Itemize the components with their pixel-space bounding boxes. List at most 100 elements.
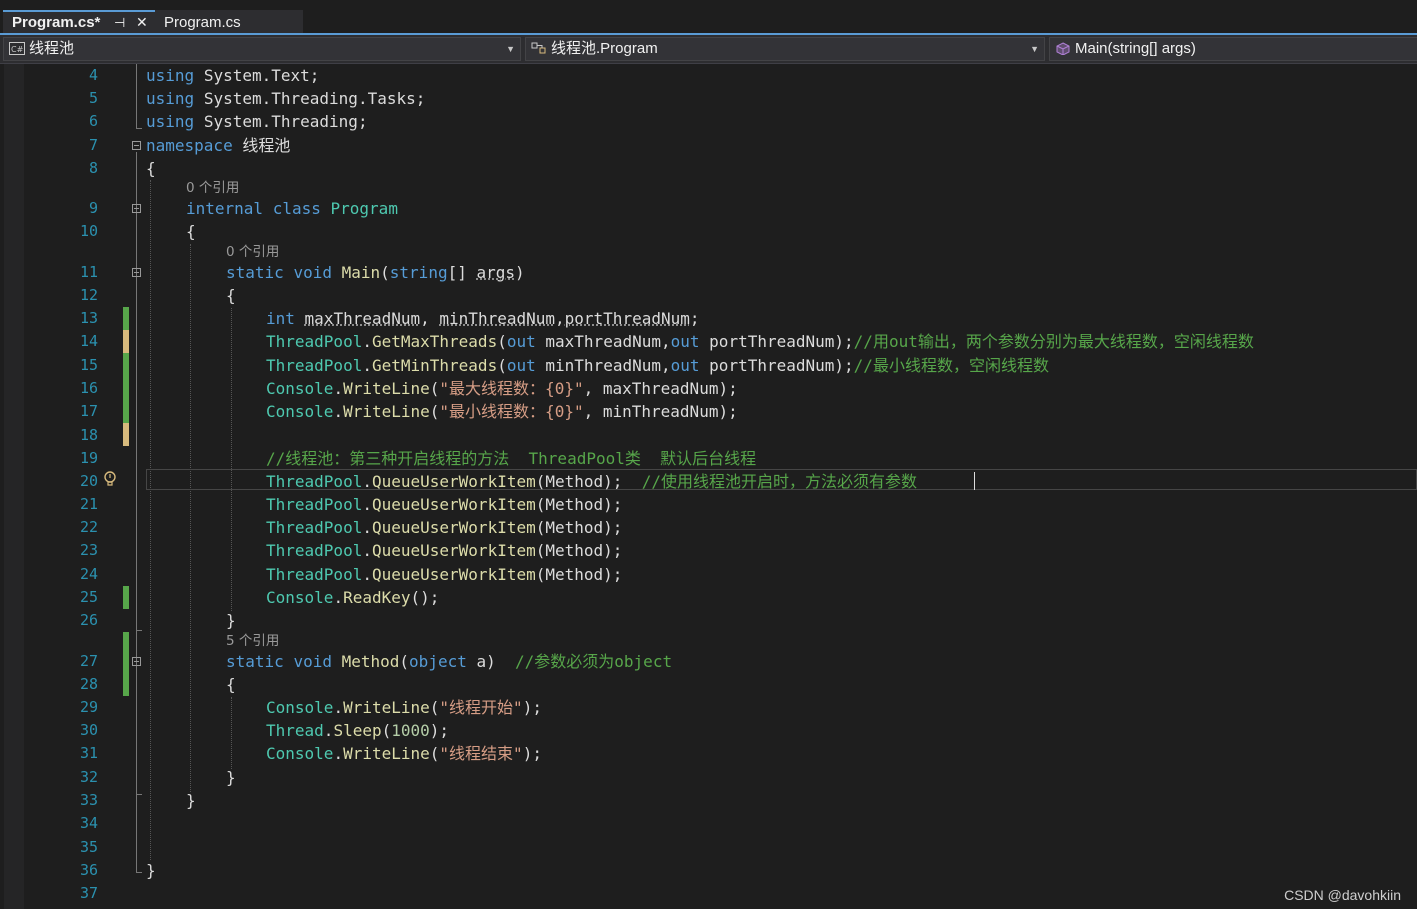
line-number: 14	[79, 332, 98, 350]
pin-icon[interactable]: ⊣	[114, 12, 125, 33]
line-number: 9	[88, 199, 98, 217]
outline-end	[136, 128, 142, 129]
method-cube-icon	[1056, 42, 1070, 55]
code-line: ThreadPool.QueueUserWorkItem(Method);	[266, 495, 623, 514]
glyph-margin	[4, 64, 24, 909]
code-line: //线程池：第三种开启线程的方法 ThreadPool类 默认后台线程	[266, 449, 757, 468]
collapse-method-icon[interactable]	[132, 657, 141, 666]
change-marker-saved	[123, 307, 129, 330]
change-marker-unsaved	[123, 423, 129, 446]
code-line: ThreadPool.QueueUserWorkItem(Method);	[266, 541, 623, 560]
member-dropdown[interactable]: Main(string[] args)	[1049, 37, 1417, 61]
line-number: 24	[79, 565, 98, 583]
line-number: 37	[79, 884, 98, 902]
codelens-references[interactable]: 5 个引用	[226, 633, 279, 649]
code-line: Console.WriteLine("最大线程数：{0}", maxThread…	[266, 379, 738, 398]
code-line: ThreadPool.GetMaxThreads(out maxThreadNu…	[266, 332, 1254, 351]
tab-label: Program.cs	[164, 14, 241, 31]
class-icon	[531, 42, 546, 54]
change-marker-saved	[123, 353, 129, 423]
code-line: int maxThreadNum, minThreadNum,portThrea…	[266, 309, 700, 328]
line-number: 16	[79, 379, 98, 397]
code-line: }	[186, 791, 196, 810]
line-number: 23	[79, 541, 98, 559]
chevron-down-icon: ▼	[1030, 44, 1039, 54]
watermark: CSDN @davohkiin	[1284, 887, 1401, 903]
line-number: 36	[79, 861, 98, 879]
code-line: }	[146, 861, 156, 880]
collapse-main-icon[interactable]	[132, 268, 141, 277]
code-line: Console.ReadKey();	[266, 588, 440, 607]
code-line: static void Method(object a) //参数必须为obje…	[226, 652, 673, 671]
codelens-references[interactable]: 0 个引用	[186, 180, 239, 196]
line-number: 25	[79, 588, 98, 606]
code-line: using System.Threading.Tasks;	[146, 89, 426, 108]
code-line: Console.WriteLine("最小线程数：{0}", minThread…	[266, 402, 738, 421]
outline-end	[136, 630, 142, 631]
code-line: }	[226, 768, 236, 787]
tab-program-cs-preview[interactable]: Program.cs	[155, 10, 303, 33]
line-number: 7	[88, 136, 98, 154]
code-line: ThreadPool.QueueUserWorkItem(Method);	[266, 518, 623, 537]
code-line: static void Main(string[] args)	[226, 263, 525, 282]
line-number: 13	[79, 309, 98, 327]
csharp-project-icon: C#	[9, 42, 25, 55]
line-number: 12	[79, 286, 98, 304]
line-number: 10	[79, 222, 98, 240]
code-editor[interactable]: 4 5 6 7 8 9 10 11 12 13 14 15 16 17 18 1…	[0, 64, 1417, 909]
line-number: 8	[88, 159, 98, 177]
code-line: {	[146, 159, 156, 178]
code-line: ThreadPool.GetMinThreads(out minThreadNu…	[266, 356, 1049, 375]
indent-guide	[150, 180, 151, 860]
line-number: 4	[88, 66, 98, 84]
outline-end	[136, 794, 142, 795]
project-name: 线程池	[29, 40, 75, 57]
codelens-references[interactable]: 0 个引用	[226, 244, 279, 260]
line-number: 26	[79, 611, 98, 629]
class-dropdown[interactable]: 线程池.Program ▼	[525, 37, 1045, 61]
line-number: 22	[79, 518, 98, 536]
indent-guide	[231, 308, 232, 611]
line-number: 35	[79, 838, 98, 856]
lightbulb-icon[interactable]	[102, 470, 118, 488]
code-line: using System.Text;	[146, 66, 320, 85]
line-number: 5	[88, 89, 98, 107]
close-icon[interactable]: ✕	[136, 12, 148, 33]
collapse-namespace-icon[interactable]	[132, 141, 141, 150]
collapse-class-icon[interactable]	[132, 204, 141, 213]
tab-label: Program.cs*	[12, 14, 101, 31]
line-number: 29	[79, 698, 98, 716]
line-number: 18	[79, 426, 98, 444]
code-line-current: ThreadPool.QueueUserWorkItem(Method); //…	[266, 472, 917, 491]
code-line: using System.Threading;	[146, 112, 368, 131]
code-line: Console.WriteLine("线程结束");	[266, 744, 542, 763]
outline-line	[136, 64, 137, 128]
line-number: 33	[79, 791, 98, 809]
line-number: 19	[79, 449, 98, 467]
line-number: 28	[79, 675, 98, 693]
code-line: internal class Program	[186, 199, 398, 218]
indent-guide	[231, 697, 232, 769]
tab-strip: Program.cs* ⊣ ✕ Program.cs	[0, 0, 1417, 33]
line-number: 20	[79, 472, 98, 490]
line-number: 27	[79, 652, 98, 670]
outline-end	[136, 872, 142, 873]
code-line: Console.WriteLine("线程开始");	[266, 698, 542, 717]
navigation-bar: C# 线程池 ▼ 线程池.Program ▼ Main(string[] arg…	[0, 35, 1417, 64]
outline-line	[136, 152, 137, 872]
tab-program-cs-active[interactable]: Program.cs* ⊣ ✕	[3, 10, 156, 33]
line-number: 32	[79, 768, 98, 786]
code-line: Thread.Sleep(1000);	[266, 721, 450, 740]
change-marker-unsaved	[123, 330, 129, 353]
svg-text:C#: C#	[11, 45, 24, 54]
project-dropdown[interactable]: C# 线程池 ▼	[3, 37, 521, 61]
code-line: }	[226, 611, 236, 630]
line-number: 17	[79, 402, 98, 420]
code-line: {	[226, 286, 236, 305]
code-line: {	[226, 675, 236, 694]
line-number: 11	[79, 263, 98, 281]
line-number: 30	[79, 721, 98, 739]
indent-guide	[190, 244, 191, 792]
line-number: 6	[88, 112, 98, 130]
line-number: 34	[79, 814, 98, 832]
